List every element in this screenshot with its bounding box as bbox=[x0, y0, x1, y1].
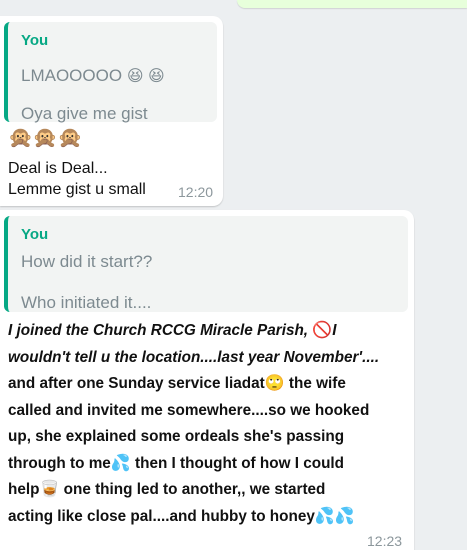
quoted-text: How did it start?? bbox=[21, 252, 153, 271]
message-line-text: the wife bbox=[284, 375, 346, 392]
quoted-text: Who initiated it.... bbox=[21, 293, 152, 312]
quoted-author: You bbox=[21, 32, 49, 49]
message-text: Deal is Deal... bbox=[8, 160, 108, 177]
message-line-text: I bbox=[332, 322, 337, 339]
message-line-text: and after one Sunday service liadat bbox=[8, 375, 265, 392]
incoming-message-bubble[interactable]: You LMAOOOOO 😆 😆 Oya give me gist 🙊🙊🙊 De… bbox=[0, 16, 223, 206]
message-text: Lemme gist u small bbox=[8, 181, 146, 198]
message-line-text: through to me bbox=[8, 454, 111, 472]
eye-roll-emoji-icon: 🙄 bbox=[264, 375, 285, 392]
outgoing-message-bubble-edge[interactable] bbox=[237, 0, 467, 8]
sweat-droplets-emoji-icon: 💦 bbox=[110, 454, 131, 472]
message-line: help🥃 one thing led to another,, we star… bbox=[8, 477, 410, 504]
quoted-reply[interactable]: You LMAOOOOO 😆 😆 Oya give me gist bbox=[4, 22, 217, 123]
message-line-text: wouldn't tell u the location....last yea… bbox=[8, 348, 380, 366]
message-line-text: one thing led to another,, we started bbox=[59, 481, 326, 498]
quoted-text: Oya give me gist bbox=[21, 104, 148, 123]
message-line: called and invited me somewhere....so we… bbox=[8, 398, 410, 425]
quoted-author: You bbox=[21, 226, 49, 243]
message-line-text: called and invited me somewhere....so we… bbox=[8, 401, 370, 419]
message-line: acting like close pal....and hubby to ho… bbox=[8, 504, 410, 531]
message-line: through to me💦 then I thought of how I c… bbox=[8, 451, 410, 478]
message-line-text: I joined the Church RCCG Miracle Parish, bbox=[8, 322, 313, 339]
message-line: wouldn't tell u the location....last yea… bbox=[8, 345, 410, 372]
quoted-text: LMAOOOOO bbox=[21, 66, 123, 85]
tumbler-glass-emoji-icon: 🥃 bbox=[39, 481, 60, 498]
message-line-text: acting like close pal....and hubby to ho… bbox=[8, 507, 315, 525]
message-line-text: then I thought of how I could bbox=[130, 454, 345, 472]
quoted-reply[interactable]: You How did it start?? Who initiated it.… bbox=[4, 216, 408, 312]
prohibited-emoji-icon: 🚫 bbox=[312, 322, 333, 339]
message-line-text: help bbox=[8, 481, 40, 498]
message-timestamp: 12:20 bbox=[178, 184, 214, 200]
message-line: I joined the Church RCCG Miracle Parish,… bbox=[8, 318, 410, 345]
message-line-text: up, she explained some ordeals she's pas… bbox=[8, 428, 345, 445]
quoted-text-line: LMAOOOOO 😆 😆 bbox=[21, 66, 165, 86]
message-line: and after one Sunday service liadat🙄 the… bbox=[8, 371, 410, 398]
monkey-emoji-icon: 🙊🙊🙊 bbox=[8, 127, 83, 149]
message-timestamp: 12:23 bbox=[367, 533, 403, 549]
message-text: I joined the Church RCCG Miracle Parish,… bbox=[8, 318, 410, 530]
message-line: up, she explained some ordeals she's pas… bbox=[8, 424, 410, 451]
sweat-droplets-emoji-icon: 💦💦 bbox=[314, 507, 355, 525]
laughing-emoji-icon: 😆 😆 bbox=[126, 68, 165, 85]
incoming-message-bubble[interactable]: You How did it start?? Who initiated it.… bbox=[0, 210, 414, 550]
